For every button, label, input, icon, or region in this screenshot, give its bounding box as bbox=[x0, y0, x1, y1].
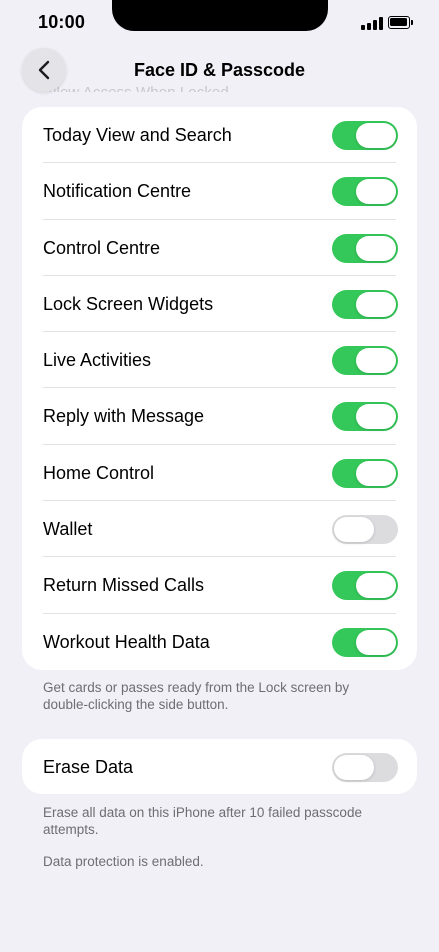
phone-screen: 10:00 Allow Access When Locked Face ID &… bbox=[0, 0, 439, 952]
setting-label: Control Centre bbox=[43, 237, 161, 258]
signal-icon bbox=[361, 17, 383, 30]
setting-label: Live Activities bbox=[43, 350, 152, 371]
reply-with-message-toggle[interactable] bbox=[332, 402, 398, 432]
wallet-footnote: Get cards or passes ready from the Lock … bbox=[43, 680, 350, 712]
camera-notch bbox=[112, 0, 328, 31]
battery-icon bbox=[388, 16, 413, 29]
setting-label: Reply with Message bbox=[43, 406, 205, 427]
setting-row-live-activities: Live Activities bbox=[22, 332, 417, 389]
notification-centre-toggle[interactable] bbox=[332, 177, 398, 207]
control-centre-toggle[interactable] bbox=[332, 233, 398, 263]
lock-screen-widgets-toggle[interactable] bbox=[332, 289, 398, 319]
erase-footnote: Erase all data on this iPhone after 10 f… bbox=[43, 805, 362, 837]
setting-label: Return Missed Calls bbox=[43, 575, 205, 596]
erase-data-row: Erase Data bbox=[22, 739, 417, 794]
return-missed-calls-toggle[interactable] bbox=[332, 571, 398, 601]
setting-row-home-control: Home Control bbox=[22, 445, 417, 502]
allow-access-list: Today View and Search Notification Centre… bbox=[22, 107, 417, 670]
setting-row-return-missed-calls: Return Missed Calls bbox=[22, 557, 417, 614]
workout-health-data-toggle[interactable] bbox=[332, 627, 398, 657]
setting-label: Home Control bbox=[43, 462, 155, 483]
live-activities-toggle[interactable] bbox=[332, 346, 398, 376]
erase-data-toggle[interactable] bbox=[332, 753, 398, 782]
erase-data-group: Erase Data bbox=[22, 739, 417, 794]
navigation-bar: Face ID & Passcode bbox=[0, 46, 439, 96]
erase-data-label: Erase Data bbox=[43, 757, 134, 777]
setting-label: Workout Health Data bbox=[43, 631, 210, 652]
setting-row-wallet: Wallet bbox=[22, 501, 417, 558]
status-bar: 10:00 bbox=[0, 0, 439, 46]
page-title: Face ID & Passcode bbox=[133, 60, 306, 80]
data-protection-note: Data protection is enabled. bbox=[43, 854, 204, 869]
today-view-and-search-toggle[interactable] bbox=[332, 121, 398, 150]
setting-label: Notification Centre bbox=[43, 181, 192, 202]
setting-label: Today View and Search bbox=[43, 125, 232, 145]
setting-row-lock-screen-widgets: Lock Screen Widgets bbox=[22, 276, 417, 333]
home-control-toggle[interactable] bbox=[332, 458, 398, 488]
setting-label: Lock Screen Widgets bbox=[43, 293, 214, 314]
setting-label: Wallet bbox=[43, 519, 93, 540]
setting-row-control-centre: Control Centre bbox=[22, 220, 417, 276]
wallet-toggle[interactable] bbox=[332, 515, 398, 545]
setting-row-workout-health-data: Workout Health Data bbox=[22, 614, 417, 670]
status-time: 10:00 bbox=[38, 12, 86, 32]
setting-row-reply-with-message: Reply with Message bbox=[22, 388, 417, 445]
setting-row-today-view-and-search: Today View and Search bbox=[22, 107, 417, 164]
setting-row-notification-centre: Notification Centre bbox=[22, 163, 417, 220]
